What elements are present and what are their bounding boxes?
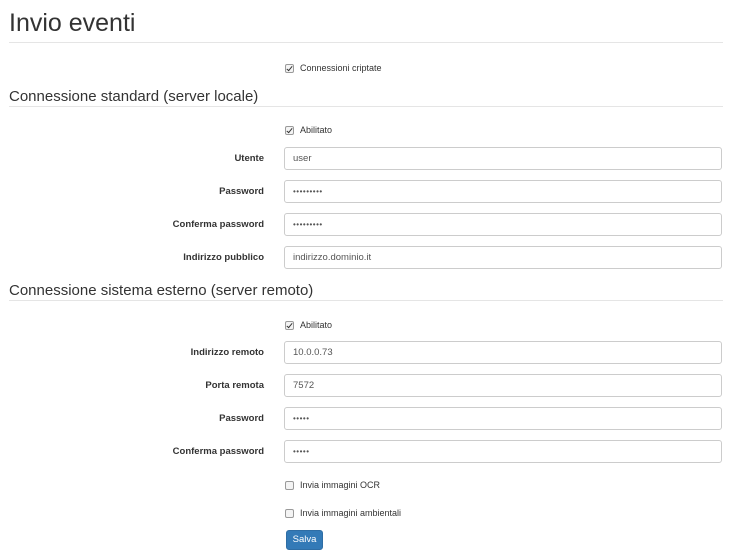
external-password-label: Password: [219, 413, 264, 424]
send-ocr-images-checkbox[interactable]: [285, 480, 294, 490]
standard-section-divider: [9, 106, 723, 107]
save-button[interactable]: Salva: [286, 530, 323, 550]
send-ocr-images-checkbox-row[interactable]: Invia immagini OCR: [285, 479, 380, 491]
send-environmental-images-checkbox-row[interactable]: Invia immagini ambientali: [285, 507, 401, 519]
standard-public-address-input[interactable]: indirizzo.dominio.it: [284, 246, 722, 269]
external-section-title: Connessione sistema esterno (server remo…: [9, 282, 314, 299]
standard-password-label: Password: [219, 186, 264, 197]
standard-confirm-password-label: Conferma password: [172, 219, 264, 230]
external-remote-address-label: Indirizzo remoto: [190, 347, 264, 358]
send-environmental-images-checkbox[interactable]: [285, 508, 294, 518]
send-ocr-images-label: Invia immagini OCR: [300, 480, 381, 490]
standard-user-label: Utente: [234, 153, 264, 164]
external-enabled-checkbox[interactable]: [285, 320, 294, 330]
title-divider: [9, 42, 723, 43]
external-confirm-password-input[interactable]: •••••: [284, 440, 722, 463]
page-title: Invio eventi: [9, 9, 136, 37]
standard-enabled-checkbox[interactable]: [285, 125, 294, 135]
standard-enabled-checkbox-row[interactable]: Abilitato: [285, 124, 332, 136]
standard-password-input[interactable]: •••••••••: [284, 180, 722, 203]
external-remote-port-label: Porta remota: [205, 380, 264, 391]
standard-confirm-password-input[interactable]: •••••••••: [284, 213, 722, 236]
standard-public-address-label: Indirizzo pubblico: [183, 252, 264, 263]
external-remote-address-input[interactable]: 10.0.0.73: [284, 341, 722, 364]
standard-section-title: Connessione standard (server locale): [9, 88, 259, 105]
standard-user-input[interactable]: user: [284, 147, 722, 170]
external-remote-port-input[interactable]: 7572: [284, 374, 722, 397]
external-password-input[interactable]: •••••: [284, 407, 722, 430]
encrypted-connections-checkbox-row[interactable]: Connessioni criptate: [285, 62, 382, 74]
external-confirm-password-label: Conferma password: [172, 446, 264, 457]
standard-enabled-label: Abilitato: [300, 125, 333, 135]
external-section-divider: [9, 300, 723, 301]
external-enabled-label: Abilitato: [300, 320, 333, 330]
send-environmental-images-label: Invia immagini ambientali: [300, 508, 402, 518]
encrypted-connections-label: Connessioni criptate: [300, 63, 382, 73]
encrypted-connections-checkbox[interactable]: [285, 63, 294, 73]
external-enabled-checkbox-row[interactable]: Abilitato: [285, 319, 332, 331]
